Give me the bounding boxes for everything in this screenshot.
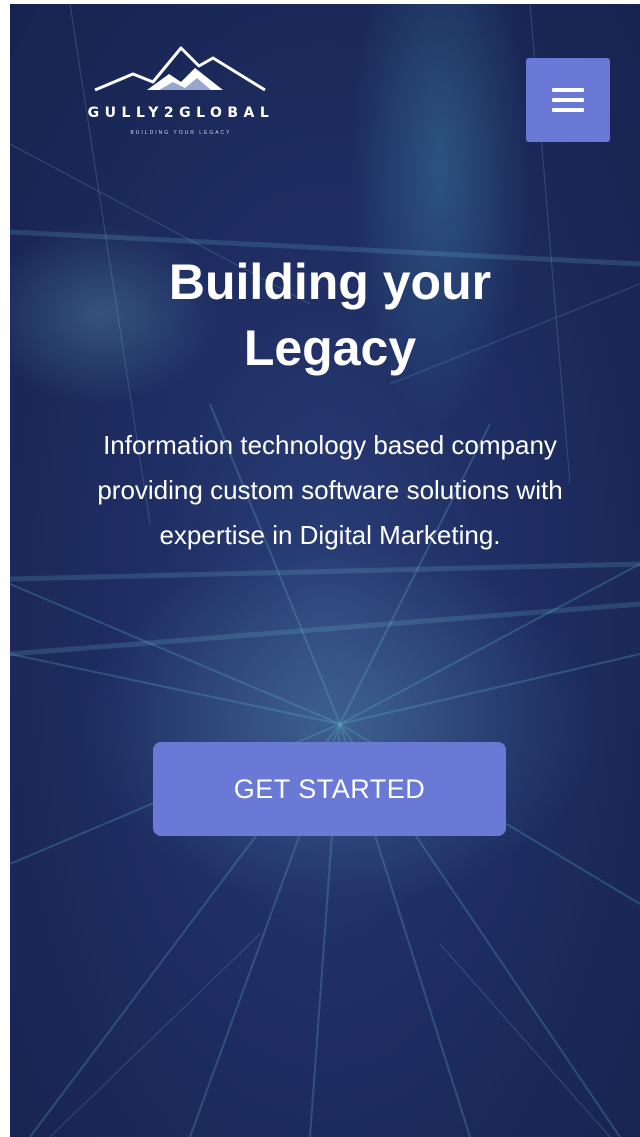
hamburger-menu-icon <box>552 98 584 102</box>
hamburger-menu-icon <box>552 108 584 112</box>
logo-wordmark: GULLY2GLOBAL <box>87 105 275 121</box>
brand-logo[interactable]: GULLY2GLOBAL BUILDING YOUR LEGACY <box>65 44 297 144</box>
hero-title: Building your Legacy <box>168 254 492 376</box>
logo-tagline: BUILDING YOUR LEGACY <box>130 130 232 136</box>
background-light-streaks <box>10 4 640 1137</box>
hamburger-menu-icon <box>552 88 584 92</box>
menu-toggle-button[interactable] <box>526 58 610 142</box>
hero-description: Information technology based company pro… <box>97 430 563 550</box>
mountain-logo-icon <box>94 46 266 92</box>
hero-section: GULLY2GLOBAL BUILDING YOUR LEGACY Buildi… <box>10 4 640 1137</box>
get-started-button[interactable]: GET STARTED <box>153 742 506 836</box>
